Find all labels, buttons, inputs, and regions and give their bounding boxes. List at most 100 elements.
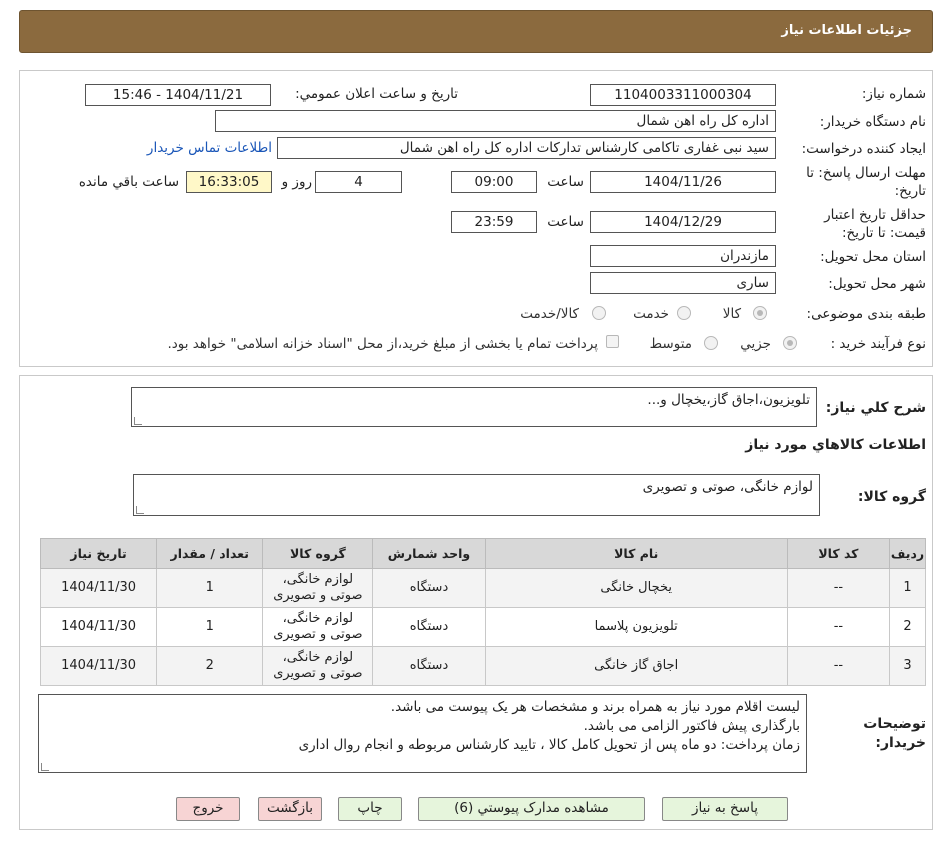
deadline-date-field: 1404/11/26 [590, 171, 776, 193]
validity-date-field: 1404/12/29 [590, 211, 776, 233]
goods-info-title: اطلاعات کالاهاي مورد نیاز [745, 437, 926, 453]
cell-name: تلویزیون پلاسما [484, 607, 788, 647]
cell-group-line-1: لوازم خانگی، [282, 650, 354, 665]
cell-qty: 1 [156, 568, 264, 608]
treasury-payment-note: پرداخت تمام یا بخشی از مبلغ خرید،از محل … [167, 336, 598, 352]
goods-group-textarea: لوازم خانگی، صوتی و تصویری [133, 474, 820, 516]
table-row: 1 -- یخچال خانگی دستگاه لوازم خانگی، صوتی… [39, 568, 927, 608]
cell-group-line-2: صوتی و تصویری [273, 588, 363, 603]
cell-date: 1404/11/30 [39, 568, 158, 608]
category-option-service: خدمت [633, 306, 669, 322]
summary-text: تلویزیون،اجاق گاز،یخچال و... [647, 392, 810, 408]
view-attachments-button[interactable]: مشاهده مدارک پیوستي (6) [418, 797, 645, 821]
city-field: ساری [590, 272, 776, 294]
days-label: روز و [281, 174, 312, 190]
cell-group-line-2: صوتی و تصویری [273, 666, 363, 681]
th-name: نام کالا [484, 538, 788, 569]
buyer-org-label: نام دستگاه خریدار: [819, 114, 926, 130]
cell-name: یخچال خانگی [484, 568, 788, 608]
category-option-goods: کالا [722, 306, 741, 322]
resize-grip-icon[interactable] [134, 417, 142, 425]
print-button[interactable]: چاپ [338, 797, 402, 821]
cell-name: اجاق گاز خانگی [484, 646, 788, 686]
process-radio-minor[interactable] [783, 336, 797, 350]
category-label: طبقه بندی موضوعی: [806, 306, 926, 322]
city-label: شهر محل تحویل: [828, 276, 926, 292]
th-qty: تعداد / مقدار [156, 538, 264, 569]
cell-group: لوازم خانگی، صوتی و تصویری [262, 607, 374, 647]
deadline-time-label: ساعت [547, 174, 584, 190]
deadline-label-2: تاریخ: [894, 183, 926, 199]
cell-row: 3 [888, 646, 927, 686]
buyer-note-line: لیست اقلام مورد نیاز به همراه برند و مشخ… [390, 699, 800, 715]
cell-group: لوازم خانگی، صوتی و تصویری [262, 568, 374, 608]
buyer-org-field: اداره کل راه اهن شمال [215, 110, 776, 132]
cell-qty: 1 [156, 607, 264, 647]
buyer-notes-textarea: لیست اقلام مورد نیاز به همراه برند و مشخ… [38, 694, 807, 773]
category-radio-goods-service[interactable] [592, 306, 606, 320]
exit-button[interactable]: خروج [176, 797, 240, 821]
cell-unit: دستگاه [372, 607, 486, 647]
cell-date: 1404/11/30 [39, 607, 158, 647]
announce-datetime-label: تاریخ و ساعت اعلان عمومي: [295, 86, 458, 102]
announce-datetime-field: 1404/11/21 - 15:46 [85, 84, 271, 106]
remaining-time-field: 16:33:05 [186, 171, 272, 193]
category-radio-service[interactable] [677, 306, 691, 320]
goods-group-label: گروه کالا: [857, 489, 926, 505]
table-header-row: ردیف کد کالا نام کالا واحد شمارش گروه کا… [39, 538, 927, 569]
process-label: نوع فرآیند خرید : [830, 336, 926, 352]
cell-date: 1404/11/30 [39, 646, 158, 686]
cell-row: 2 [888, 607, 927, 647]
validity-label-1: حداقل تاریخ اعتبار [824, 207, 926, 223]
th-code: کد کالا [786, 538, 890, 569]
cell-group-line-2: صوتی و تصویری [273, 627, 363, 642]
cell-code: -- [786, 607, 890, 647]
cell-qty: 2 [156, 646, 264, 686]
cell-group: لوازم خانگی، صوتی و تصویری [262, 646, 374, 686]
deadline-time-field: 09:00 [451, 171, 537, 193]
page-title: جزئیات اطلاعات نیاز [781, 23, 912, 38]
process-radio-medium[interactable] [704, 336, 718, 350]
cell-unit: دستگاه [372, 568, 486, 608]
process-option-minor: جزیي [740, 336, 771, 352]
th-date: تاریخ نیاز [39, 538, 158, 569]
header-bar: جزئیات اطلاعات نیاز [19, 10, 933, 53]
th-group: گروه کالا [262, 538, 374, 569]
validity-label-2: قیمت: تا تاریخ: [842, 225, 926, 241]
buyer-notes-label-2: خریدار: [875, 735, 926, 751]
treasury-payment-checkbox[interactable] [606, 335, 619, 348]
deadline-label-1: مهلت ارسال پاسخ: تا [806, 165, 926, 181]
back-button[interactable]: بازگشت [258, 797, 322, 821]
need-number-label: شماره نیاز: [861, 86, 926, 102]
resize-grip-icon[interactable] [136, 506, 144, 514]
creator-label: ایجاد کننده درخواست: [801, 141, 926, 157]
province-field: مازندران [590, 245, 776, 267]
province-label: استان محل تحویل: [820, 249, 926, 265]
reply-button[interactable]: پاسخ به نیاز [662, 797, 788, 821]
buyer-notes-label-1: توضیحات [863, 716, 926, 732]
creator-field: سید نبی غفاری تاکامی کارشناس تدارکات ادا… [277, 137, 776, 159]
resize-grip-icon[interactable] [41, 763, 49, 771]
table-row: 3 -- اجاق گاز خانگی دستگاه لوازم خانگی، ص… [39, 646, 927, 686]
goods-table: ردیف کد کالا نام کالا واحد شمارش گروه کا… [39, 538, 927, 686]
process-option-medium: متوسط [649, 336, 692, 352]
th-unit: واحد شمارش [372, 538, 486, 569]
remaining-time-label: ساعت باقي مانده [78, 174, 179, 190]
cell-code: -- [786, 568, 890, 608]
th-row: ردیف [888, 538, 927, 569]
buyer-contact-link[interactable]: اطلاعات تماس خریدار [147, 140, 272, 156]
goods-group-text: لوازم خانگی، صوتی و تصویری [642, 479, 813, 495]
buyer-note-line: زمان پرداخت: دو ماه پس از تحویل کامل کال… [298, 737, 800, 753]
validity-time-label: ساعت [547, 214, 584, 230]
remaining-days-field: 4 [315, 171, 402, 193]
cell-code: -- [786, 646, 890, 686]
summary-label: شرح کلي نیاز: [825, 400, 926, 416]
buyer-note-line: بارگذاری پیش فاکتور الزامی می باشد. [583, 718, 800, 734]
cell-unit: دستگاه [372, 646, 486, 686]
cell-row: 1 [888, 568, 927, 608]
category-option-goods-service: کالا/خدمت [520, 306, 579, 322]
cell-group-line-1: لوازم خانگی، [282, 572, 354, 587]
cell-group-line-1: لوازم خانگی، [282, 611, 354, 626]
category-radio-goods[interactable] [753, 306, 767, 320]
summary-textarea: تلویزیون،اجاق گاز،یخچال و... [131, 387, 817, 427]
